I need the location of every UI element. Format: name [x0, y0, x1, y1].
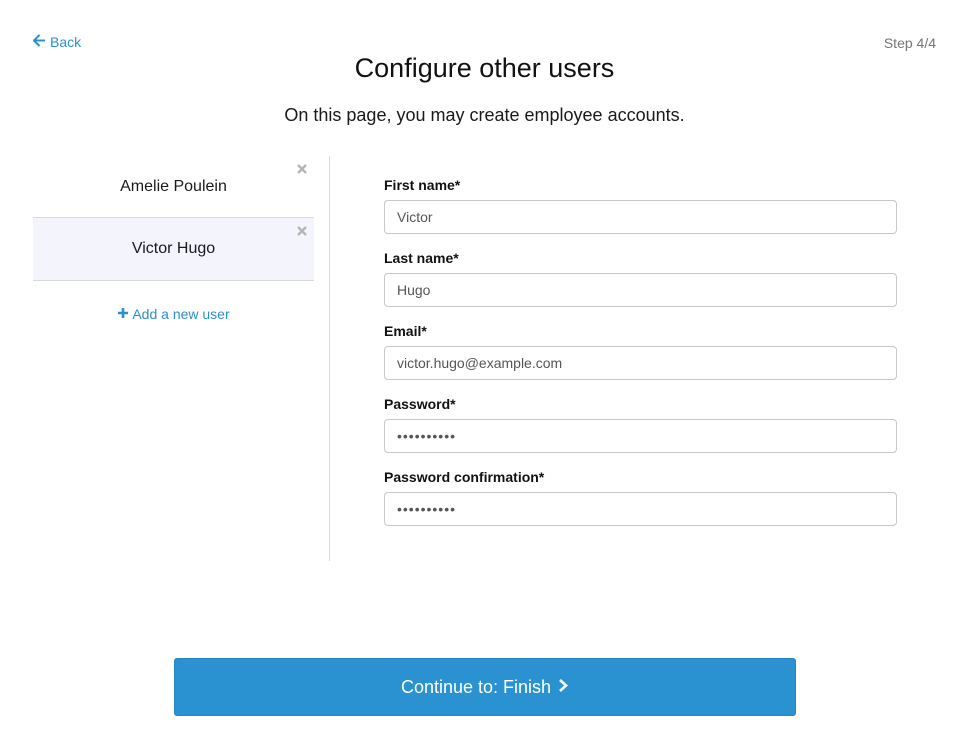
setup-page: Back Step 4/4 Configure other users On t… — [0, 0, 969, 734]
password-input[interactable] — [384, 419, 897, 453]
close-icon[interactable] — [296, 225, 308, 237]
step-indicator: Step 4/4 — [883, 35, 936, 51]
page-subtitle: On this page, you may create employee ac… — [284, 105, 685, 125]
user-list-item-amelie-poulein[interactable]: Amelie Poulein — [33, 156, 314, 218]
user-form: First name* Last name* Email* Password* … — [384, 176, 897, 541]
continue-label: Continue to: Finish — [400, 676, 552, 697]
email-field-group: Email* — [384, 322, 897, 380]
password-confirmation-input[interactable] — [384, 492, 897, 526]
password-label: Password* — [384, 396, 456, 412]
page-title: Configure other users — [354, 53, 615, 83]
continue-button[interactable]: Continue to: Finish — [174, 658, 796, 716]
last-name-label: Last name* — [384, 250, 459, 266]
plus-icon — [117, 306, 129, 322]
user-name: Victor Hugo — [131, 240, 216, 257]
user-name: Amelie Poulein — [120, 177, 227, 195]
chevron-right-icon — [557, 677, 569, 698]
last-name-field-group: Last name* — [384, 249, 897, 307]
first-name-input[interactable] — [384, 200, 897, 234]
email-input[interactable] — [384, 346, 897, 380]
back-label: Back — [50, 34, 82, 50]
password-field-group: Password* — [384, 395, 897, 453]
password-confirmation-label: Password confirmation* — [384, 469, 545, 485]
vertical-divider — [329, 156, 330, 561]
first-name-field-group: First name* — [384, 176, 897, 234]
add-user-button[interactable]: Add a new user — [33, 306, 314, 322]
add-user-label: Add a new user — [132, 306, 230, 322]
arrow-left-icon — [32, 34, 46, 50]
first-name-label: First name* — [384, 177, 461, 193]
user-list: Amelie Poulein Victor Hugo — [33, 156, 314, 281]
back-link[interactable]: Back — [32, 34, 82, 50]
email-label: Email* — [384, 323, 427, 339]
user-list-item-victor-hugo[interactable]: Victor Hugo — [33, 218, 314, 281]
last-name-input[interactable] — [384, 273, 897, 307]
password-confirmation-field-group: Password confirmation* — [384, 468, 897, 526]
close-icon[interactable] — [296, 163, 308, 175]
